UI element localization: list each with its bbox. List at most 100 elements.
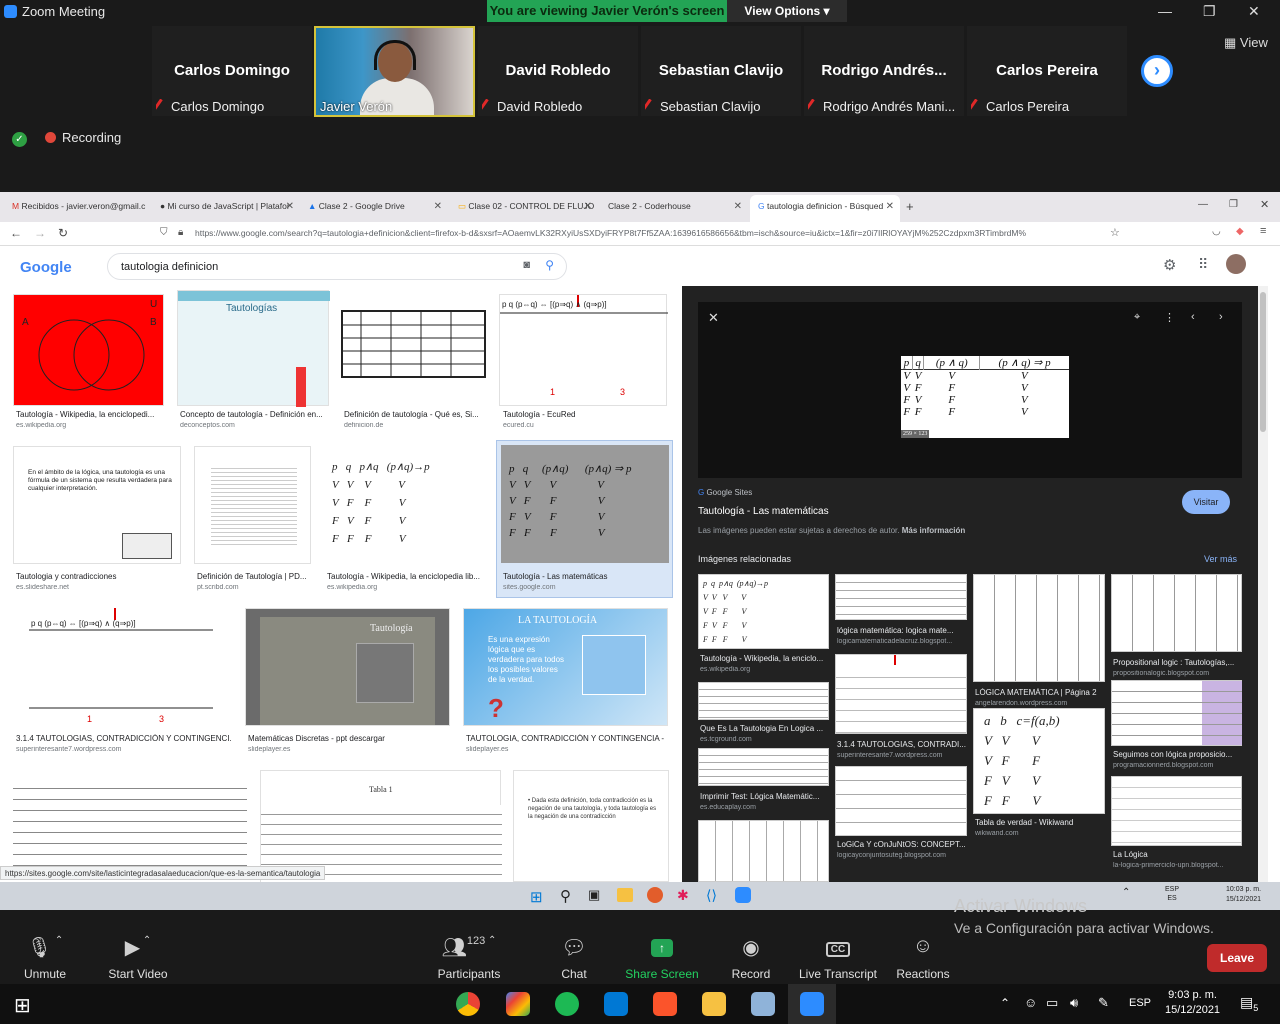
view-button[interactable]: ▦ View <box>1224 35 1268 51</box>
language-indicator[interactable]: ESP <box>1129 997 1151 1009</box>
related-image[interactable] <box>835 654 967 734</box>
related-caption[interactable]: LoGiCa Y cOnJuNtOS: CONCEPT... <box>837 840 967 849</box>
participant-video-tile[interactable]: Javier Verón <box>314 26 475 117</box>
chat-button[interactable]: 💬︎ Chat <box>529 935 619 981</box>
result-image[interactable]: En el ámbito de la lógica, una tautologí… <box>13 446 181 564</box>
url-bar[interactable]: https://www.google.com/search?q=tautolog… <box>195 228 1105 238</box>
more-info-link[interactable]: Más información <box>902 526 966 535</box>
search-icon[interactable]: ⚲ <box>560 887 571 905</box>
person-icon[interactable]: ☺ <box>1024 995 1037 1010</box>
notification-icon[interactable]: ▤5 <box>1240 994 1258 1013</box>
app-icon[interactable] <box>506 992 530 1016</box>
slack-icon[interactable]: ✱ <box>677 887 689 904</box>
participant-tile[interactable]: Carlos Domingo Carlos Domingo <box>152 26 312 116</box>
network-icon[interactable]: ▭ <box>1046 995 1058 1011</box>
browser-tab[interactable]: Clase 2 - Coderhouse ✕ <box>600 195 748 222</box>
result-caption[interactable]: Tautología - Wikipedia, la enciclopedi..… <box>16 410 164 419</box>
tray-chevron-icon[interactable]: ⌃ <box>1000 996 1010 1010</box>
reactions-button[interactable]: ☺ Reactions <box>878 935 968 981</box>
new-tab-button[interactable]: + <box>906 199 914 214</box>
result-caption[interactable]: Definición de Tautología | PD... <box>197 572 312 581</box>
windows-start-icon[interactable]: ⊞ <box>530 888 543 906</box>
related-image[interactable] <box>1111 680 1242 746</box>
related-caption[interactable]: Seguimos con lógica proposicio... <box>1113 750 1241 759</box>
restore-icon[interactable]: ❐ <box>1229 199 1238 210</box>
close-tab-icon[interactable]: ✕ <box>434 201 442 212</box>
folder-icon[interactable] <box>702 992 726 1016</box>
result-image[interactable]: p q (p⇔q) ⇔ [(p⇒q) ∧ (q⇒p)] 1 3 <box>13 608 231 726</box>
lock-icon[interactable]: 🔒︎ <box>178 227 183 238</box>
chrome-icon[interactable] <box>456 992 480 1016</box>
result-caption[interactable]: Definición de tautología - Qué es, Si... <box>344 410 492 419</box>
search-icon[interactable]: ⚲ <box>545 258 554 272</box>
clock[interactable]: 9:03 p. m. 15/12/2021 <box>1165 988 1220 1018</box>
reload-icon[interactable]: ↻ <box>58 226 68 240</box>
result-caption[interactable]: 3.1.4 TAUTOLOGIAS, CONTRADICCIÓN Y CONTI… <box>16 734 232 743</box>
forward-icon[interactable]: → <box>34 226 46 240</box>
result-image[interactable]: Tautologías <box>177 290 330 407</box>
camera-icon[interactable]: ◙ <box>523 259 530 271</box>
related-image[interactable] <box>835 766 967 836</box>
result-caption[interactable]: Concepto de tautología - Definición en..… <box>180 410 328 419</box>
firefox-icon[interactable] <box>647 887 663 903</box>
result-image[interactable]: p q (p⇔q) ⇔ [(p⇒q) ∧ (q⇒p)] 1 3 <box>499 294 668 406</box>
close-icon[interactable]: ✕ <box>1260 198 1269 211</box>
related-image[interactable] <box>973 574 1105 682</box>
related-caption[interactable]: 3.1.4 TAUTOLOGIAS, CONTRADI... <box>837 740 967 749</box>
zoom-icon[interactable] <box>800 992 824 1016</box>
related-image[interactable]: a b c=f(a,b) V V V V F F F V V F F V <box>973 708 1105 814</box>
related-caption[interactable]: La Lógica <box>1113 850 1241 859</box>
vscode-icon[interactable] <box>604 992 628 1016</box>
related-image[interactable] <box>698 820 829 882</box>
related-caption[interactable]: Tabla de verdad - Wikiwand <box>975 818 1105 827</box>
back-icon[interactable]: ← <box>10 226 22 240</box>
search-input[interactable]: tautologia definicion ◙ ⚲ <box>107 253 567 280</box>
zoom-icon[interactable] <box>735 887 751 903</box>
result-caption[interactable]: Tautología - Las matemáticas <box>503 572 663 581</box>
spotify-icon[interactable] <box>555 992 579 1016</box>
related-caption[interactable]: Propositional logic : Tautologías,... <box>1113 658 1241 667</box>
gear-icon[interactable]: ⚙ <box>1163 256 1176 274</box>
leave-button[interactable]: Leave <box>1207 944 1267 972</box>
participant-tile[interactable]: Sebastian Clavijo Sebastian Clavijo <box>641 26 801 116</box>
shield-icon[interactable]: ⛉ <box>160 227 168 238</box>
pen-icon[interactable]: ✎ <box>1098 995 1109 1011</box>
pocket-icon[interactable]: ◡ <box>1212 226 1221 237</box>
result-image[interactable]: • Dada esta definición, toda contradicci… <box>513 770 669 882</box>
prev-icon[interactable]: ‹ <box>1191 311 1195 323</box>
minimize-icon[interactable]: — <box>1158 3 1172 19</box>
result-caption[interactable]: Tautología - EcuRed <box>503 410 663 419</box>
lens-icon[interactable]: ⌖ <box>1134 311 1140 324</box>
browser-tab[interactable]: ▭ Clase 02 - CONTROL DE FLUJO ✕ <box>450 195 598 222</box>
browser-tab[interactable]: ▲ Clase 2 - Google Drive ✕ <box>300 195 448 222</box>
participant-tile[interactable]: Rodrigo Andrés... Rodrigo Andrés Mani... <box>804 26 964 116</box>
menu-icon[interactable]: ≡ <box>1260 225 1266 237</box>
participant-tile[interactable]: David Robledo David Robledo <box>478 26 638 116</box>
result-image[interactable] <box>194 446 311 564</box>
windows-start-icon[interactable]: ⊞ <box>14 993 31 1018</box>
related-image[interactable] <box>835 574 967 620</box>
result-caption[interactable]: TAUTOLOGIA, CONTRADICCIÓN Y CONTINGENCIA… <box>466 734 666 743</box>
next-page-button[interactable]: › <box>1141 55 1173 87</box>
record-button[interactable]: ◉ Record <box>706 935 796 981</box>
next-icon[interactable]: › <box>1219 311 1223 323</box>
recording-indicator[interactable]: Recording <box>45 130 121 145</box>
result-caption[interactable]: Matemáticas Discretas - ppt descargar <box>248 734 448 743</box>
more-options-icon[interactable]: ⋮ <box>1164 311 1175 324</box>
related-caption[interactable]: LÓGICA MATEMÁTICA | Página 2 <box>975 688 1105 697</box>
tray-chevron-icon[interactable]: ⌃ <box>1122 887 1130 898</box>
live-transcript-button[interactable]: CC Live Transcript <box>793 935 883 981</box>
result-caption[interactable]: Tautologia y contradicciones <box>16 572 176 581</box>
close-tab-icon[interactable]: ✕ <box>734 201 742 212</box>
related-caption[interactable]: Imprimir Test: Lógica Matemátic... <box>700 792 830 801</box>
participant-tile[interactable]: Carlos Pereira Carlos Pereira <box>967 26 1127 116</box>
panel-title[interactable]: Tautología - Las matemáticas <box>698 506 829 517</box>
result-image[interactable] <box>341 310 486 378</box>
preview-image-area[interactable]: ✕ ⌖ ⋮ ‹ › p q (p ∧ q) (p ∧ q) ⇒ p VVVV V… <box>698 302 1242 478</box>
unmute-button[interactable]: 🎙︎ ⌃ Unmute <box>0 935 90 981</box>
extension-icon[interactable]: ◆ <box>1236 226 1244 237</box>
result-caption[interactable]: Tautología - Wikipedia, la enciclopedia … <box>327 572 485 581</box>
task-view-icon[interactable]: ▣ <box>588 887 600 903</box>
close-tab-icon[interactable]: ✕ <box>584 201 592 212</box>
result-image[interactable]: Tautología <box>245 608 450 726</box>
